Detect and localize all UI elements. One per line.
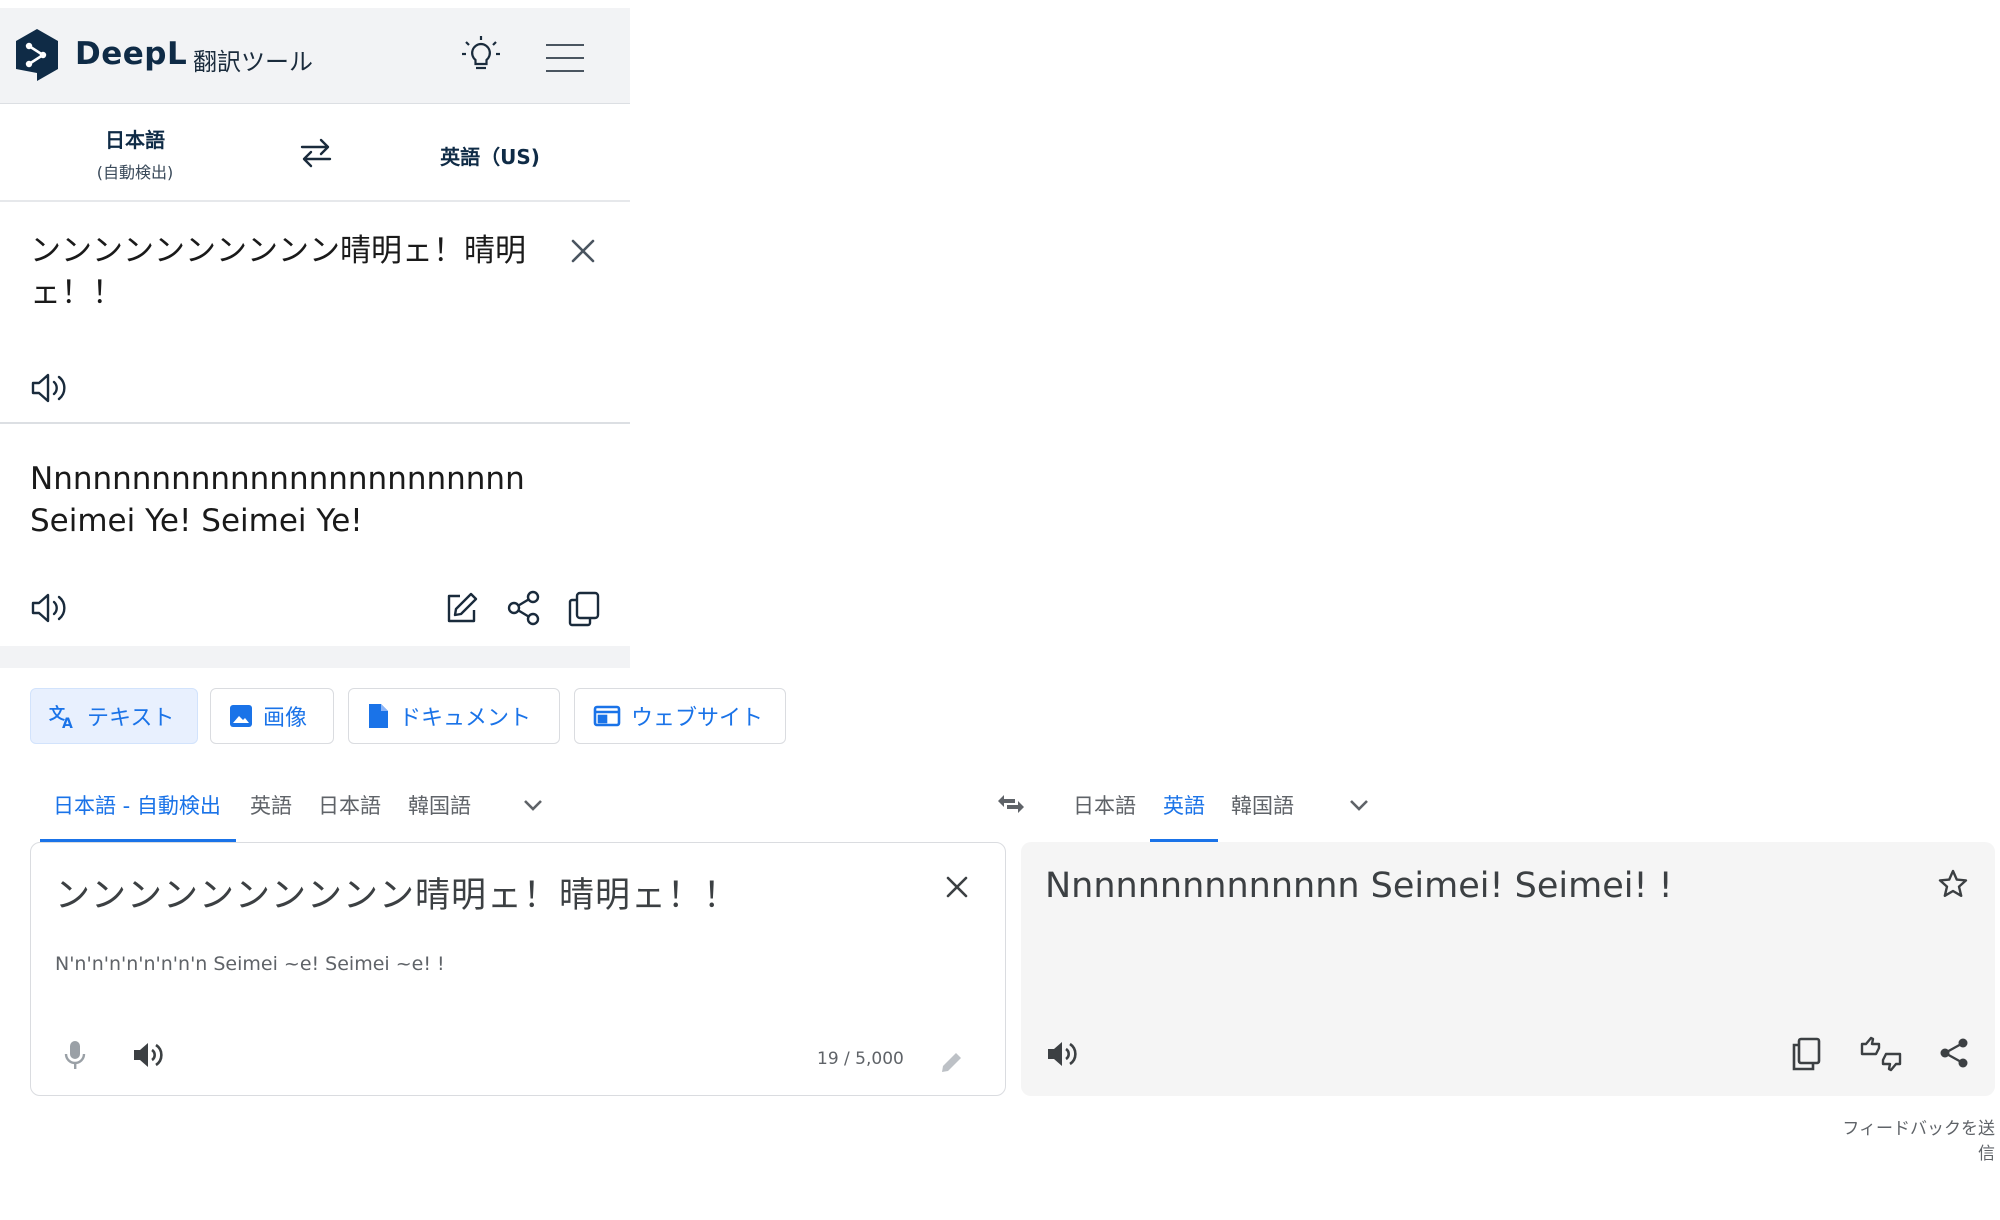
bottom-strip [0,646,630,668]
source-tab-auto[interactable]: 日本語 - 自動検出 [53,790,221,840]
mode-label: 画像 [263,706,308,731]
source-text[interactable]: ンンンンンンンンンン晴明ェ！晴明ェ！！ [30,230,550,314]
lightbulb-icon[interactable] [460,34,502,76]
speaker-icon[interactable] [1045,1038,1079,1070]
translation-box: Nnnnnnnnnnnnnn Seimei! Seimei! ! [1021,842,1995,1096]
source-tab-english[interactable]: 英語 [250,790,292,840]
deepl-app: DeepL 翻訳ツール 日本語 (自動検出) 英語（US) ンンンンンンンンンン… [0,0,630,668]
target-language-button[interactable]: 英語（US) [420,141,560,170]
top-strip [0,0,630,8]
source-text-box[interactable]: ンンンンンンンンンン晴明ェ！晴明ェ！！ N'n'n'n'n'n'n'n'n Se… [30,842,1006,1096]
image-icon [229,704,253,728]
google-translate-app: 文 A テキスト 画像 ドキュメント ウェブサイト 日本語 - 自動検出 英語 … [0,668,2000,1220]
close-icon[interactable] [945,875,969,899]
translation-area: Nnnnnnnnnnnnnnnnnnnnnnnnn Seimei Ye! Sei… [0,424,630,646]
source-text-area[interactable]: ンンンンンンンンンン晴明ェ！晴明ェ！！ [0,202,630,424]
target-tab-japanese[interactable]: 日本語 [1073,790,1136,840]
translation-text: Nnnnnnnnnnnnnnnnnnnnnnnnn Seimei Ye! Sei… [30,461,525,539]
translation-text: Nnnnnnnnnnnnnn Seimei! Seimei! ! [1045,866,1673,906]
source-language-note: (自動検出) [96,163,174,182]
star-icon[interactable] [1937,868,1969,900]
hamburger-menu-icon[interactable] [544,42,586,74]
close-icon[interactable] [570,238,596,264]
brand-subtitle: 翻訳ツール [193,48,313,76]
share-icon[interactable] [506,590,542,626]
mode-website-button[interactable]: ウェブサイト [574,688,786,744]
source-tab-korean[interactable]: 韓国語 [408,790,471,840]
chevron-down-icon[interactable] [1346,792,1372,818]
mode-document-button[interactable]: ドキュメント [348,688,560,744]
mode-label: ウェブサイト [631,706,764,731]
deepl-logo-icon[interactable] [14,27,60,83]
mode-text-button[interactable]: 文 A テキスト [30,688,198,744]
document-icon [367,703,389,729]
brand-name: DeepL [75,36,188,72]
language-selector-row: 日本語 (自動検出) 英語（US) [0,104,630,202]
chevron-down-icon[interactable] [520,792,546,818]
mode-label: ドキュメント [399,706,532,731]
source-text[interactable]: ンンンンンンンンンン晴明ェ！晴明ェ！！ [55,867,739,918]
website-icon [593,705,621,727]
deepl-header: DeepL 翻訳ツール [0,8,630,104]
pencil-icon[interactable] [939,1049,965,1075]
target-tab-english[interactable]: 英語 [1163,790,1205,840]
speaker-icon[interactable] [30,370,70,406]
copy-icon[interactable] [566,590,602,628]
mode-image-button[interactable]: 画像 [210,688,334,744]
send-feedback-link[interactable]: フィードバックを送信 [1830,1114,1995,1164]
speaker-icon[interactable] [30,590,70,626]
translate-icon: 文 A [49,703,77,729]
swap-languages-icon[interactable] [995,788,1027,820]
svg-text:A: A [62,716,73,729]
mode-label: テキスト [87,706,175,731]
copy-icon[interactable] [1789,1036,1823,1072]
microphone-icon[interactable] [63,1039,87,1071]
source-tab-japanese[interactable]: 日本語 [318,790,381,840]
character-count: 19 / 5,000 [817,1049,904,1069]
source-language-label: 日本語 [105,128,165,152]
rate-translation-icon[interactable] [1859,1036,1903,1072]
speaker-icon[interactable] [131,1039,165,1071]
swap-languages-icon[interactable] [298,136,334,170]
share-icon[interactable] [1937,1036,1971,1070]
target-tab-korean[interactable]: 韓国語 [1231,790,1294,840]
edit-icon[interactable] [444,590,480,626]
source-language-button[interactable]: 日本語 (自動検出) [60,124,210,183]
transliteration: N'n'n'n'n'n'n'n'n Seimei ~e! Seimei ~e! … [55,953,445,975]
